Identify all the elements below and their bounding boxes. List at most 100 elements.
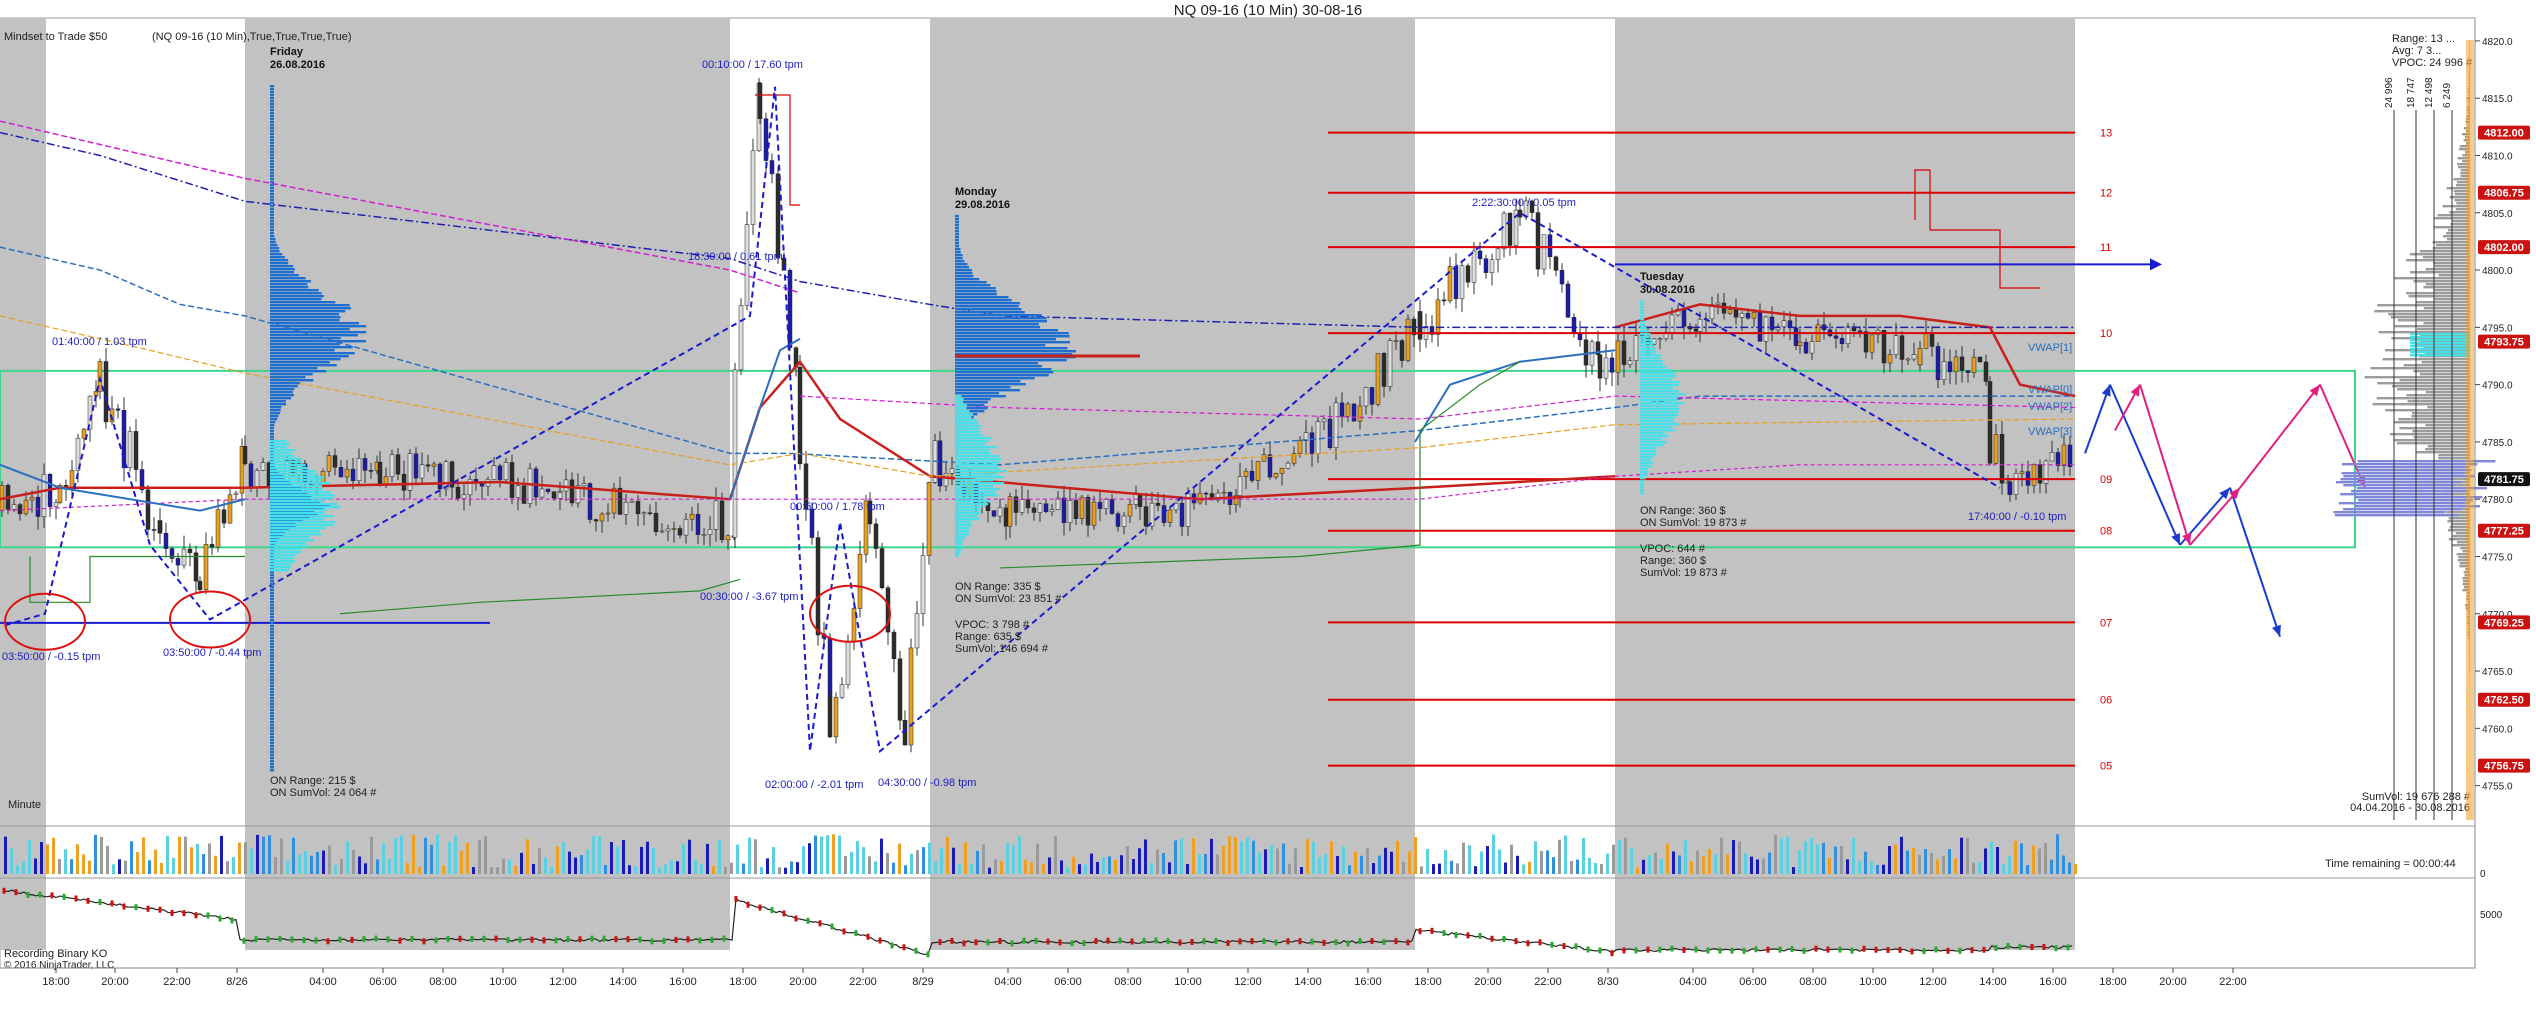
- candle: [1565, 283, 1571, 318]
- indicator-mark: [1886, 946, 1890, 953]
- profile-bar: [270, 518, 325, 521]
- candle: [827, 638, 833, 698]
- volume-bar: [364, 863, 367, 874]
- volume-bar: [604, 864, 607, 874]
- profile-bar: [270, 676, 274, 679]
- profile-bar: [1640, 324, 1646, 327]
- chart-canvas[interactable]: 13 12 11 10 09 08 07 06 05 01:40:00 / 1.03 tpm 03:…: [0, 0, 2536, 1014]
- volume-bar: [76, 844, 79, 874]
- indicator-mark: [1250, 938, 1254, 945]
- candle: [1237, 476, 1243, 496]
- profile-bar: [270, 646, 274, 649]
- volume-bar: [1822, 842, 1825, 874]
- indicator-mark: [1022, 937, 1026, 944]
- candle: [1091, 501, 1097, 526]
- volume-bar: [1696, 850, 1699, 874]
- footer-recording: Recording Binary KO: [4, 948, 108, 960]
- volume-bar: [868, 856, 871, 874]
- candle: [1381, 353, 1387, 387]
- profile-bar: [1640, 450, 1657, 453]
- volume-bar: [1264, 849, 1267, 874]
- candle: [949, 468, 955, 474]
- volume-bar: [118, 859, 121, 874]
- profile-bar: [2338, 502, 2465, 505]
- volume-bar: [742, 863, 745, 874]
- volume-bar: [1366, 847, 1369, 874]
- volume-bar: [532, 864, 535, 874]
- volume-bar: [844, 855, 847, 874]
- indicator-mark: [1670, 945, 1674, 952]
- volume-bar: [598, 836, 601, 874]
- volume-bar: [970, 863, 973, 874]
- volume-bar: [1120, 855, 1123, 874]
- candle: [1375, 353, 1381, 405]
- profile-bar: [955, 539, 964, 542]
- profile-bar: [955, 245, 959, 248]
- volume-bar: [1654, 852, 1657, 874]
- candle: [443, 461, 449, 490]
- volume-bar: [1060, 860, 1063, 874]
- profile-bar: [270, 515, 334, 518]
- profile-bar: [270, 241, 276, 244]
- vwap-label: VWAP[2]: [2028, 401, 2072, 413]
- candle: [1535, 212, 1541, 270]
- indicator-mark: [302, 937, 306, 944]
- indicator-mark: [1550, 941, 1554, 948]
- indicator-mark: [1502, 935, 1506, 942]
- profile-bar: [270, 349, 335, 352]
- volume-bar: [838, 835, 841, 874]
- volume-bar: [1360, 855, 1363, 874]
- volume-bar: [370, 836, 373, 874]
- volume-bar: [1930, 852, 1933, 874]
- indicator-mark: [890, 942, 894, 949]
- profile-bar: [270, 211, 274, 214]
- volume-bar: [952, 847, 955, 874]
- profile-bar: [270, 733, 274, 736]
- profile-bar: [270, 157, 274, 160]
- session-day-label: Tuesday: [1640, 271, 1685, 283]
- indicator-mark: [158, 906, 162, 913]
- x-tick-label: 14:00: [1294, 976, 1322, 988]
- profile-bar: [955, 455, 1000, 458]
- indicator-mark: [1358, 938, 1362, 945]
- profile-bar: [955, 323, 1039, 326]
- volume-bar: [1876, 864, 1879, 874]
- indicator-mark: [842, 928, 846, 935]
- profile-bar: [955, 530, 969, 533]
- profile-bar: [2370, 367, 2470, 370]
- volume-bar: [862, 847, 865, 874]
- candle: [1203, 492, 1209, 495]
- profile-bar: [270, 304, 350, 307]
- profile-bar: [270, 586, 274, 589]
- candle: [1179, 502, 1185, 527]
- candle: [1109, 499, 1115, 514]
- profile-bar: [270, 548, 302, 551]
- volume-bar: [1144, 839, 1147, 874]
- profile-bar: [955, 395, 1006, 398]
- volume-bar: [1690, 861, 1693, 874]
- profile-bar: [2442, 205, 2470, 208]
- volume-bar: [1726, 854, 1729, 874]
- profile-bar: [270, 589, 274, 592]
- indicator-mark: [518, 936, 522, 943]
- volume-bar: [670, 860, 673, 874]
- profile-bar: [270, 436, 274, 439]
- volume-bar: [1108, 856, 1111, 874]
- volume-bar: [1858, 860, 1861, 874]
- profile-bar: [955, 461, 1000, 464]
- profile-bar: [2394, 277, 2470, 280]
- volume-bar: [2062, 855, 2065, 874]
- candle: [1917, 348, 1923, 366]
- profile-bar: [270, 238, 276, 241]
- pivot-annotation: 00:50:00 / 1.78 tpm: [790, 501, 885, 513]
- indicator-mark: [2054, 945, 2058, 952]
- profile-bar: [955, 380, 1021, 383]
- indicator-mark: [794, 915, 798, 922]
- profile-bar: [270, 580, 274, 583]
- profile-bar: [270, 373, 313, 376]
- indicator-mark: [506, 936, 510, 943]
- candle: [1977, 356, 1983, 363]
- indicator-mark: [1442, 929, 1446, 936]
- candle: [1267, 454, 1273, 478]
- volume-bar: [106, 845, 109, 874]
